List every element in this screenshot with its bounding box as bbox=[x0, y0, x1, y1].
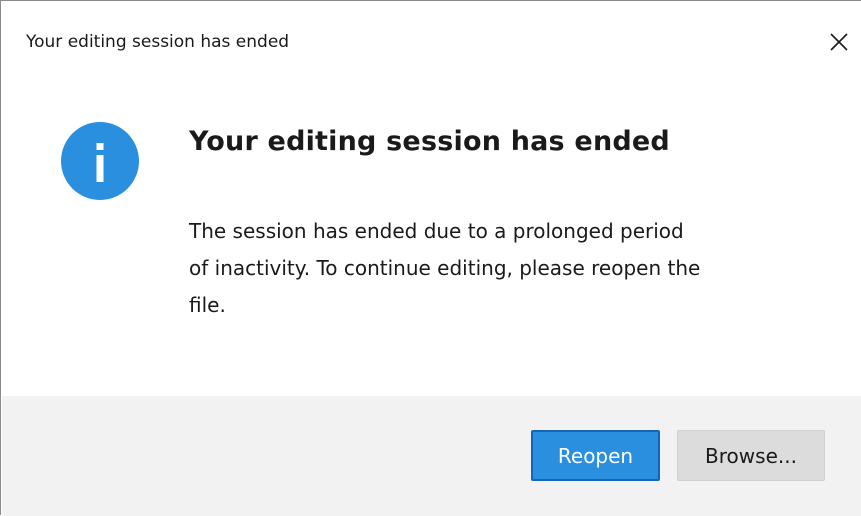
message-line: of inactivity. To continue editing, plea… bbox=[189, 256, 701, 280]
message-line: file. bbox=[189, 293, 226, 317]
dialog-message: The session has ended due to a prolonged… bbox=[189, 213, 839, 324]
message-line: The session has ended due to a prolonged… bbox=[189, 219, 684, 243]
browse-button[interactable]: Browse... bbox=[677, 430, 825, 481]
dialog-footer: Reopen Browse... bbox=[2, 396, 861, 516]
session-ended-dialog: Your editing session has ended Your edit… bbox=[0, 0, 861, 516]
reopen-button[interactable]: Reopen bbox=[531, 430, 660, 481]
window-title: Your editing session has ended bbox=[26, 32, 290, 52]
title-bar: Your editing session has ended bbox=[1, 1, 861, 85]
close-icon bbox=[830, 33, 848, 51]
info-icon bbox=[61, 122, 139, 200]
dialog-heading: Your editing session has ended bbox=[189, 126, 670, 157]
close-button[interactable] bbox=[819, 23, 859, 61]
